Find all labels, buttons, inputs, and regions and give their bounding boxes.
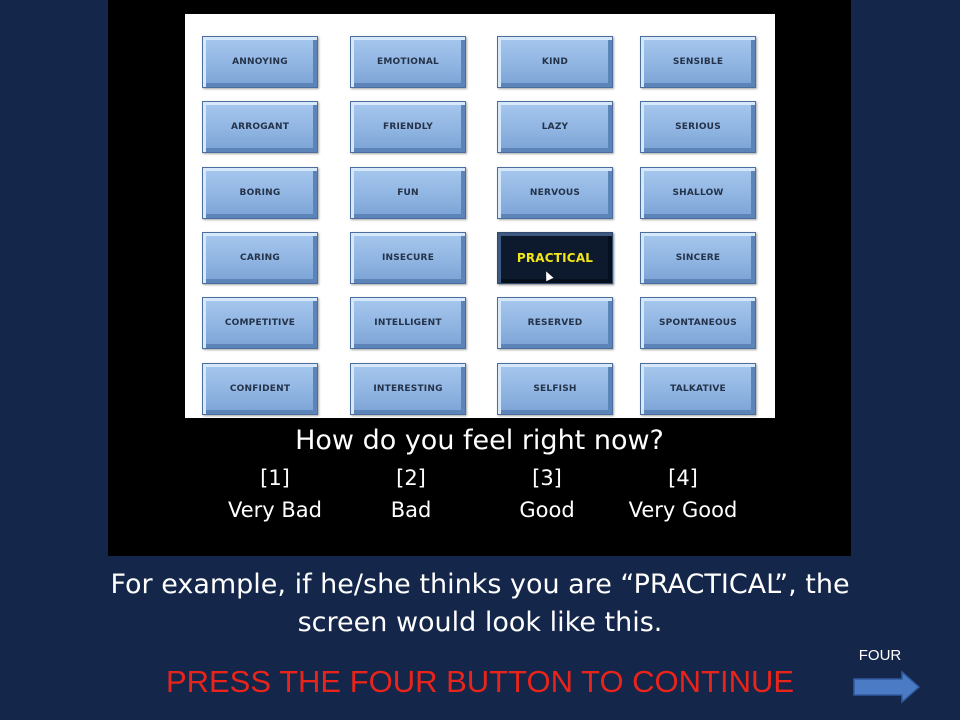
word-tile-caring[interactable]: CARING: [202, 232, 318, 284]
question-text: How do you feel right now?: [295, 425, 664, 456]
word-tile-emotional[interactable]: EMOTIONAL: [350, 36, 466, 88]
instruction-text: For example, if he/she thinks you are “P…: [40, 566, 920, 642]
word-tile-spontaneous[interactable]: SPONTANEOUS: [640, 297, 756, 349]
option-4-label: Very Good: [628, 498, 738, 522]
word-tile-fun[interactable]: FUN: [350, 167, 466, 219]
right-arrow-icon[interactable]: [852, 670, 922, 704]
instruction-line-2: screen would look like this.: [297, 607, 663, 638]
option-4-key: [4]: [668, 466, 698, 490]
option-1-label: Very Bad: [228, 498, 322, 522]
word-tile-annoying[interactable]: ANNOYING: [202, 36, 318, 88]
option-2-label: Bad: [390, 498, 432, 522]
option-1-key: [1]: [260, 466, 290, 490]
continue-prompt: PRESS THE FOUR BUTTON TO CONTINUE: [165, 664, 795, 699]
word-tile-confident[interactable]: CONFIDENT: [202, 363, 318, 415]
word-tile-reserved[interactable]: RESERVED: [497, 297, 613, 349]
word-tile-selfish[interactable]: SELFISH: [497, 363, 613, 415]
option-3-label: Good: [519, 498, 575, 522]
option-2-key: [2]: [396, 466, 426, 490]
word-tile-shallow[interactable]: SHALLOW: [640, 167, 756, 219]
word-tile-nervous[interactable]: NERVOUS: [497, 167, 613, 219]
word-tile-competitive[interactable]: COMPETITIVE: [202, 297, 318, 349]
word-tile-interesting[interactable]: INTERESTING: [350, 363, 466, 415]
word-tile-friendly[interactable]: FRIENDLY: [350, 101, 466, 153]
word-tile-lazy[interactable]: LAZY: [497, 101, 613, 153]
word-tile-practical[interactable]: PRACTICAL: [497, 232, 613, 284]
word-tile-sensible[interactable]: SENSIBLE: [640, 36, 756, 88]
word-tile-talkative[interactable]: TALKATIVE: [640, 363, 756, 415]
word-tile-insecure[interactable]: INSECURE: [350, 232, 466, 284]
word-tile-intelligent[interactable]: INTELLIGENT: [350, 297, 466, 349]
word-tile-boring[interactable]: BORING: [202, 167, 318, 219]
word-tile-sincere[interactable]: SINCERE: [640, 232, 756, 284]
instruction-line-1: For example, if he/she thinks you are “P…: [110, 569, 850, 600]
four-button-label: FOUR: [858, 647, 902, 664]
word-tile-kind[interactable]: KIND: [497, 36, 613, 88]
word-tile-serious[interactable]: SERIOUS: [640, 101, 756, 153]
word-tile-arrogant[interactable]: ARROGANT: [202, 101, 318, 153]
option-3-key: [3]: [532, 466, 562, 490]
